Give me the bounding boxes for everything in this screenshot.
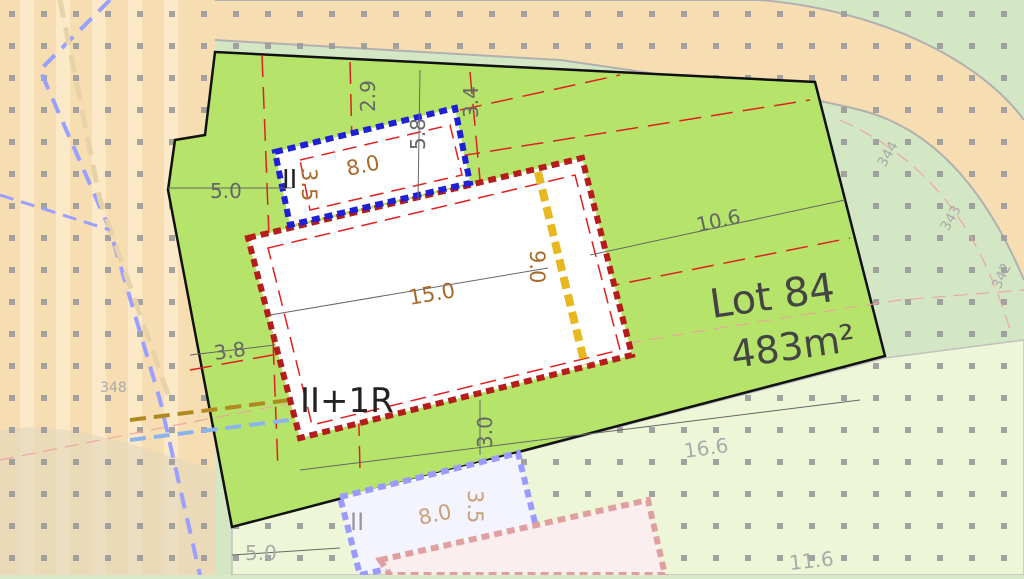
- dim-left-lower: 3.8: [212, 337, 247, 365]
- dim-annex-height: 3.5: [297, 168, 321, 201]
- annex-building-label: II: [282, 165, 297, 195]
- dim-neighbor-annex-height: 3.5: [463, 490, 487, 523]
- dim-side-top-right: 3.4: [459, 86, 483, 118]
- main-building-label: II+1R: [300, 381, 394, 421]
- dim-left-setback: 5.0: [210, 179, 242, 203]
- dim-front-setback-top: 2.9: [356, 80, 380, 112]
- dim-neighbor-right: 11.6: [788, 546, 835, 575]
- dim-main-depth: 9.0: [525, 250, 549, 283]
- dim-annex-depth: 5.8: [406, 118, 430, 150]
- neighbor-annex-label: II: [350, 508, 364, 536]
- site-plan-map: 5.0 10.6 3.8 16.6 5.0 11.6 2.9 3.4 5.8 3…: [0, 0, 1024, 579]
- dim-rear-gap: 3.0: [473, 416, 497, 448]
- contour-label-348: 348: [100, 380, 127, 396]
- dim-neighbor-left: 5.0: [245, 541, 277, 565]
